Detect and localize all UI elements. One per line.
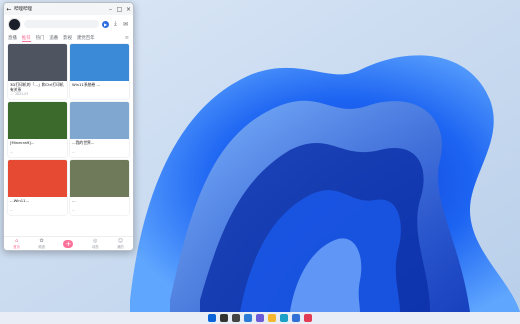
window-title: 哔哩哔哩: [14, 7, 32, 12]
widgets-icon[interactable]: [244, 314, 252, 322]
tab-5[interactable]: 建党百年: [77, 35, 95, 41]
video-title: Win11系统卷 ...: [72, 82, 101, 87]
video-thumbnail: [70, 102, 129, 139]
video-thumbnail: [70, 160, 129, 197]
tab-bar: 直播 推荐 热门 追番 影视 建党百年 ≡: [4, 33, 133, 43]
tab-menu-icon[interactable]: ≡: [125, 35, 129, 41]
bilibili-app-window: ← 哔哩哔哩 – □ × ▶ ⤓ ✉ 直播 推荐 热门 追番 影视 建党百年 ≡ 3D打印机…: [3, 2, 134, 251]
tab-3[interactable]: 追番: [49, 35, 58, 41]
tab-0[interactable]: 直播: [8, 35, 17, 41]
video-card[interactable]: [Minecraft]......: [8, 102, 67, 157]
nav-item-4[interactable]: ☺ 我的: [117, 238, 124, 249]
search-input[interactable]: [24, 20, 99, 28]
video-meta: ...: [10, 208, 14, 212]
video-thumbnail: [8, 44, 67, 81]
search-icon[interactable]: [220, 314, 228, 322]
video-thumbnail: [8, 102, 67, 139]
video-card[interactable]: 3D打印机的「...」和Ctrl打印机有关系 ...· 2021-07: [8, 44, 67, 99]
tab-1[interactable]: 推荐: [21, 35, 31, 42]
maximize-icon[interactable]: □: [115, 6, 124, 13]
video-card[interactable]: ...Win11......: [8, 160, 67, 215]
mail-icon[interactable]: ✉: [122, 21, 129, 28]
nav-label: 动态: [91, 245, 99, 249]
app-icon[interactable]: [304, 314, 312, 322]
video-meta: [70, 92, 129, 99]
video-meta: ...: [10, 150, 14, 154]
windows-icon[interactable]: [208, 314, 216, 322]
video-title: 3D打印机的「...」和Ctrl打印机有关系: [10, 82, 64, 92]
nav-label: 我的: [117, 245, 124, 249]
video-feed: 3D打印机的「...」和Ctrl打印机有关系 ...· 2021-07 Win11系…: [8, 44, 129, 218]
video-card[interactable]: ...我的世界......: [70, 102, 129, 157]
taskbar: [0, 312, 520, 324]
app-header: ▶ ⤓ ✉: [4, 15, 133, 33]
nav-item-3[interactable]: ◎ 动态: [92, 238, 99, 249]
tab-4[interactable]: 影视: [63, 35, 72, 41]
video-thumbnail: [8, 160, 67, 197]
tab-2[interactable]: 热门: [36, 35, 45, 41]
video-title: ...: [72, 198, 76, 203]
nav-item-1[interactable]: ✿ 频道: [38, 238, 45, 249]
edge-icon[interactable]: [280, 314, 288, 322]
video-meta: ...: [72, 208, 76, 212]
close-icon[interactable]: ×: [124, 6, 133, 13]
explorer-icon[interactable]: [268, 314, 276, 322]
chat-icon[interactable]: [256, 314, 264, 322]
game-center-icon[interactable]: ▶: [102, 20, 109, 28]
bottom-nav: ⌂ 首页 ✿ 频道 + ◎ 动态 ☺ 我的: [4, 236, 133, 250]
video-title: [Minecraft]...: [10, 140, 35, 145]
video-card[interactable]: ......: [70, 160, 129, 215]
video-meta: ...: [72, 150, 76, 154]
store-icon[interactable]: [292, 314, 300, 322]
nav-label: 首页: [13, 245, 20, 249]
nav-label: 频道: [38, 245, 45, 249]
video-title: ...我的世界...: [72, 140, 95, 145]
video-thumbnail: [70, 44, 129, 81]
minimize-icon[interactable]: –: [106, 6, 115, 13]
publish-button[interactable]: +: [63, 239, 74, 248]
download-icon[interactable]: ⤓: [112, 20, 119, 28]
video-meta: ...· 2021-07: [10, 92, 29, 96]
avatar[interactable]: [8, 17, 21, 31]
back-arrow-icon[interactable]: ←: [4, 6, 14, 13]
video-card[interactable]: Win11系统卷 ...: [70, 44, 129, 99]
video-title: ...Win11...: [10, 198, 30, 203]
title-bar: ← 哔哩哔哩 – □ ×: [4, 3, 133, 15]
taskview-icon[interactable]: [232, 314, 240, 322]
nav-item-0[interactable]: ⌂ 首页: [13, 238, 20, 249]
